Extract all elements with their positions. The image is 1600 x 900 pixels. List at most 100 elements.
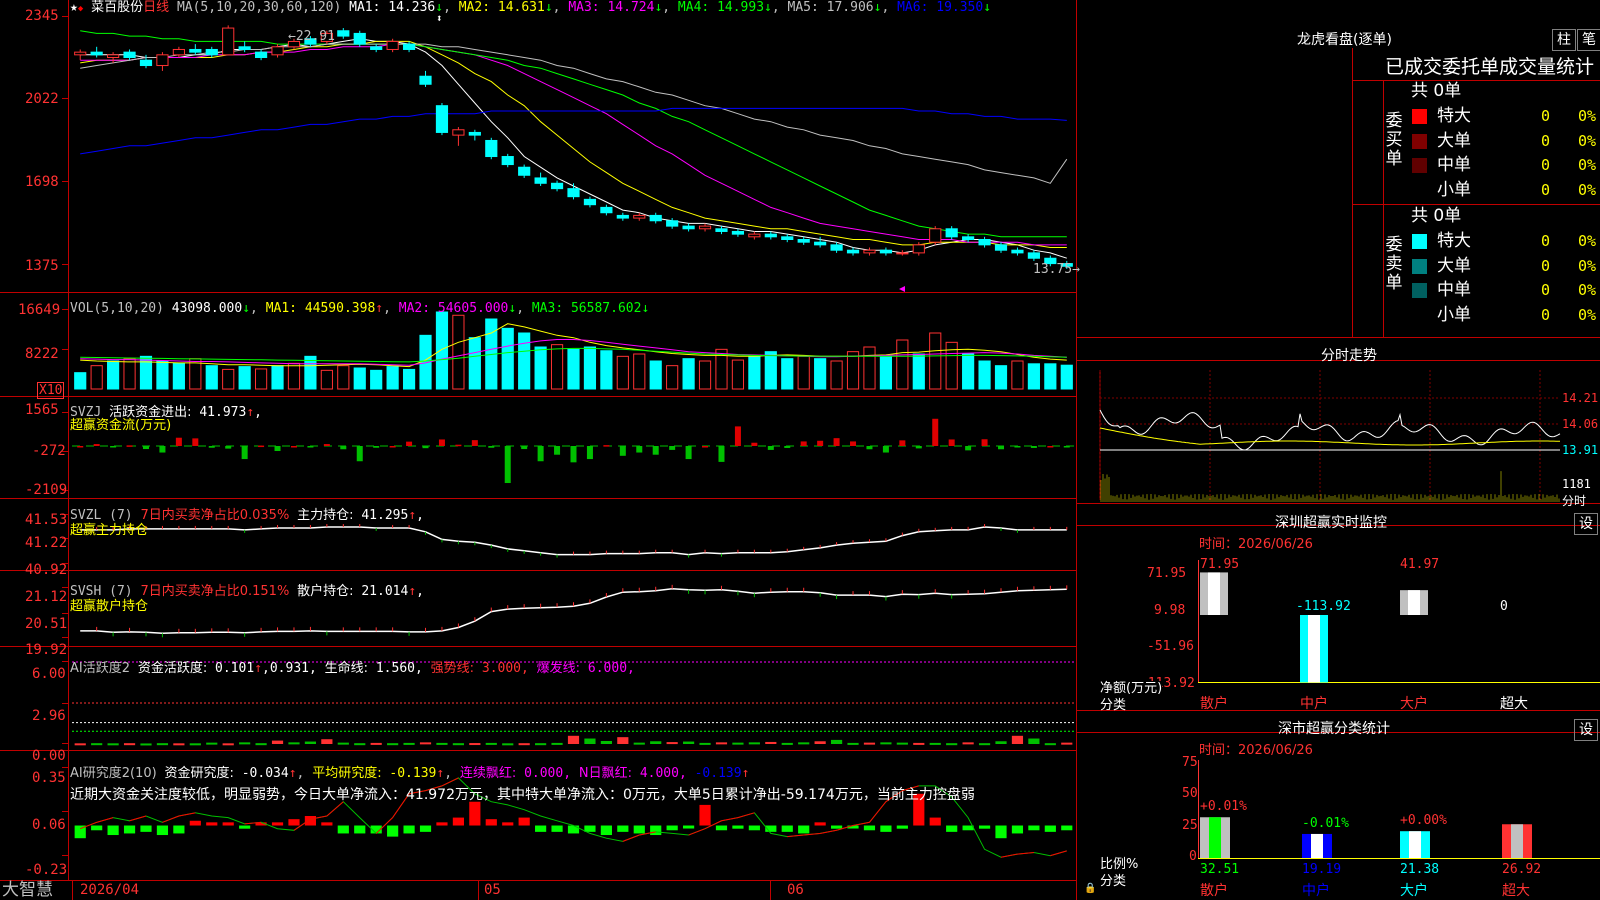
period-label[interactable]: 日线: [143, 0, 169, 15]
svzj-bar: [734, 426, 741, 446]
brand-label[interactable]: 大智慧: [2, 880, 53, 900]
volume-bar: [879, 355, 893, 390]
candle-body: [74, 51, 87, 56]
category-swatch: [1412, 234, 1427, 249]
svsh-tick-3: 19.92: [25, 642, 68, 658]
ai-act-bar: [600, 740, 612, 744]
stock-name[interactable]: 菜百股份: [91, 0, 143, 15]
ai-res-bar: [1028, 825, 1040, 831]
sell-side-label: 委卖单: [1385, 235, 1403, 293]
category-swatch: [1412, 283, 1427, 298]
ai-act-tick-2: 2.96: [32, 708, 66, 724]
volume-bar: [550, 344, 564, 390]
ai-act-bar: [650, 741, 662, 744]
ai-res-bar: [206, 822, 218, 826]
ai-act-bar: [896, 742, 908, 745]
volume-bar: [929, 332, 942, 390]
ai-act-bar: [403, 742, 415, 745]
lhb-bar-button[interactable]: 柱: [1552, 29, 1576, 51]
candle-body: [254, 51, 268, 59]
price-ma6-line: [80, 107, 1067, 155]
ai-res-bar: [321, 822, 333, 826]
candle-body: [435, 105, 449, 133]
ai-res-bar: [518, 817, 530, 826]
candle-body: [550, 182, 564, 190]
ai-act-v2: ,0.931: [262, 661, 309, 676]
volume-bar: [962, 353, 975, 390]
vol-unit-badge: X10: [37, 382, 65, 399]
ai-res-bar: [271, 822, 284, 826]
volume-bar: [846, 351, 860, 390]
svzj-bar: [406, 441, 413, 446]
ma5-arrow: ↓: [873, 0, 882, 15]
lhb-col-title: 已成交委托单成交量统计: [1385, 56, 1595, 78]
svzj-bar: [225, 446, 232, 449]
sz-bar-value: -113.92: [1296, 599, 1351, 614]
ai-act-bar: [304, 741, 317, 744]
sz-bar-highlight: [1208, 572, 1220, 615]
category-name: 小单: [1437, 304, 1471, 325]
svzj-bar: [915, 446, 922, 449]
svzj-tick-2: -272: [32, 443, 66, 459]
ai-res-avg-seg: [803, 832, 821, 836]
category-count: 0: [1541, 107, 1551, 125]
ai-res-bar: [337, 825, 349, 834]
ss-time: 时间：2026/06/26: [1199, 743, 1313, 758]
svsh-tick-2: 20.51: [25, 616, 68, 632]
ai-res-bar: [978, 825, 991, 829]
ai-act-bar: [452, 743, 464, 746]
candle-body: [1027, 252, 1040, 259]
ss-settings-button[interactable]: 设: [1574, 719, 1598, 741]
date-label-1: 2026/04: [80, 882, 140, 898]
ai-act-bar: [715, 742, 728, 745]
ai-res-metric: 资金研究度:: [164, 766, 234, 781]
ai-res-bar: [1061, 825, 1073, 831]
svzj-value: 41.973: [199, 405, 247, 420]
ai-act-bar: [518, 743, 530, 746]
ss-bar-highlight: [1311, 833, 1323, 858]
category-name: 中单: [1437, 280, 1471, 300]
volume-bar: [107, 360, 120, 390]
lhb-tick-button[interactable]: 笔: [1577, 29, 1600, 51]
sz-settings-button[interactable]: 设: [1574, 513, 1598, 535]
volume-bar: [386, 366, 399, 390]
svzj-bar: [948, 439, 955, 446]
ai-res-tick-2: 0.06: [32, 817, 66, 833]
svzj-bar: [208, 446, 215, 448]
star-icon[interactable]: ★: [70, 0, 78, 15]
volume-bar: [682, 358, 695, 390]
volume-bar: [896, 339, 909, 390]
vol-ma3-arrow: ↓: [641, 301, 650, 316]
stage: ⬍ ★◆ 菜百股份日线 MA(5,10,20,30,60,120) MA1: 1…: [0, 0, 1600, 900]
ai-act-a2: ,: [308, 661, 317, 676]
ai-res-bar: [535, 825, 547, 832]
svzj-bar: [652, 446, 659, 455]
ai-act-bar: [863, 742, 876, 745]
main-chart-area[interactable]: ⬍: [0, 0, 1077, 900]
ai-res-avg-seg: [162, 815, 180, 823]
svzj-bar: [438, 439, 445, 446]
ai-res-a1: ↑: [288, 766, 297, 781]
category-swatch: [1412, 133, 1427, 149]
ai-res-bar: [666, 825, 678, 831]
candle-body: [419, 75, 432, 85]
ss-category-label: 超大: [1502, 883, 1530, 899]
ai-res-tail: -0.139: [694, 766, 742, 781]
candle-body: [797, 239, 810, 243]
ai-act-bar: [830, 739, 843, 744]
ai-act-bar: [535, 743, 547, 746]
ai-act-bar: [995, 741, 1007, 744]
svzj-bar: [488, 446, 495, 448]
ai-res-bar: [781, 825, 793, 832]
price-tick-1: 2345: [25, 8, 59, 24]
ai-res-header: AI研究度2(10) 资金研究度: -0.034↑, 平均研究度: -0.139…: [70, 766, 750, 781]
volume-bar: [731, 359, 745, 390]
ai-res-tick-3: -0.23: [25, 862, 68, 878]
svzj-bar: [356, 446, 363, 462]
ai-res-bar: [403, 825, 415, 834]
ai-act-bar: [683, 741, 695, 744]
price-header: ★◆ 菜百股份日线 MA(5,10,20,30,60,120) MA1: 14.…: [70, 0, 992, 15]
candle-body: [485, 139, 498, 158]
volume-bar: [254, 368, 268, 390]
candle-body: [830, 244, 843, 251]
